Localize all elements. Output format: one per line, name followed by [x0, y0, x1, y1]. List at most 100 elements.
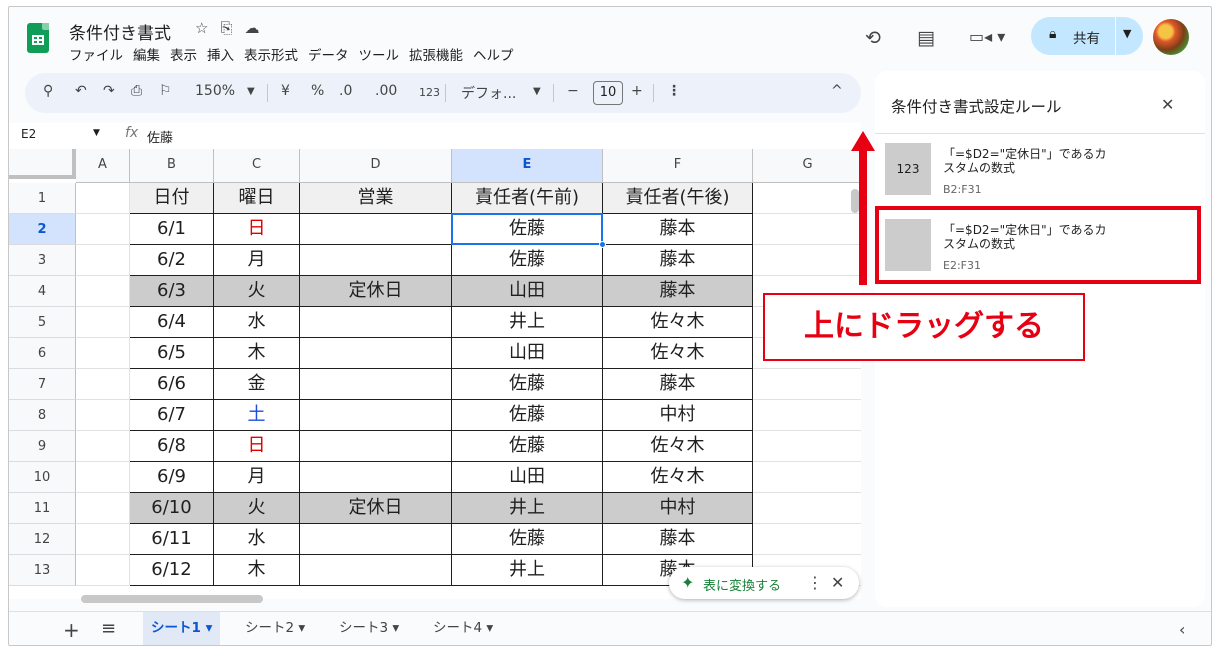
menu-view[interactable]: 表示	[170, 44, 197, 64]
paint-format-icon[interactable]: ⚐	[159, 83, 172, 99]
table-cell[interactable]	[753, 462, 861, 493]
horizontal-scrollbar[interactable]	[81, 595, 263, 603]
percent-format-button[interactable]: %	[311, 83, 324, 99]
convert-to-table-label[interactable]: 表に変換する	[703, 575, 781, 594]
add-sheet-icon[interactable]: +	[63, 618, 80, 642]
table-cell[interactable]: 6/8	[130, 431, 214, 462]
menu-help[interactable]: ヘルプ	[473, 44, 514, 64]
menu-insert[interactable]: 挿入	[207, 44, 234, 64]
row-header[interactable]: 13	[9, 555, 76, 586]
row-header[interactable]: 7	[9, 369, 76, 400]
decrease-decimal-button[interactable]: .0	[339, 83, 352, 99]
sheet-tab-3[interactable]: シート3 ▾	[331, 612, 407, 645]
fill-handle[interactable]	[599, 241, 606, 248]
table-cell[interactable]	[300, 214, 452, 245]
font-size-increase-button[interactable]: +	[631, 83, 643, 99]
table-cell[interactable]: 木	[214, 555, 300, 586]
column-header-c[interactable]: C	[214, 149, 300, 183]
table-cell[interactable]: 水	[214, 524, 300, 555]
column-header-g[interactable]: G	[753, 149, 861, 183]
share-button[interactable]: 🔒︎ 共有 ▼	[1031, 17, 1143, 55]
table-cell[interactable]	[300, 369, 452, 400]
table-cell[interactable]: 藤本	[603, 245, 753, 276]
more-options-icon[interactable]: ⋮	[667, 83, 681, 99]
video-icon[interactable]: ▭◂ ▾	[969, 27, 1005, 46]
table-cell[interactable]: 定休日	[300, 276, 452, 307]
table-cell[interactable]	[753, 431, 861, 462]
table-cell[interactable]: 井上	[452, 493, 603, 524]
sheet-tab-4[interactable]: シート4 ▾	[425, 612, 501, 645]
history-icon[interactable]: ⟲	[865, 27, 881, 49]
row-header[interactable]: 5	[9, 307, 76, 338]
column-header-e[interactable]: E	[452, 149, 603, 183]
row-header[interactable]: 12	[9, 524, 76, 555]
vertical-scrollbar[interactable]	[851, 189, 859, 213]
table-cell[interactable]	[76, 183, 130, 214]
sheet-tab-1[interactable]: シート1 ▾	[143, 612, 221, 645]
table-cell[interactable]: 6/4	[130, 307, 214, 338]
table-cell[interactable]	[300, 431, 452, 462]
sheets-logo-icon[interactable]	[27, 23, 49, 53]
table-cell[interactable]: 水	[214, 307, 300, 338]
table-cell[interactable]: 木	[214, 338, 300, 369]
table-cell[interactable]: 6/6	[130, 369, 214, 400]
font-chevron-icon[interactable]: ▼	[533, 86, 541, 97]
table-cell[interactable]: 火	[214, 493, 300, 524]
avatar[interactable]	[1153, 19, 1189, 55]
all-sheets-icon[interactable]: ≡	[101, 618, 116, 639]
close-icon[interactable]: ✕	[1161, 95, 1174, 114]
table-cell[interactable]	[76, 431, 130, 462]
table-cell[interactable]	[76, 462, 130, 493]
table-cell[interactable]: 藤本	[603, 214, 753, 245]
table-cell[interactable]: 佐々木	[603, 338, 753, 369]
chip-close-icon[interactable]: ✕	[831, 573, 844, 592]
table-cell[interactable]	[300, 555, 452, 586]
table-cell[interactable]: 佐藤	[452, 431, 603, 462]
table-cell[interactable]: 6/3	[130, 276, 214, 307]
table-cell[interactable]: 金	[214, 369, 300, 400]
table-cell[interactable]	[753, 183, 861, 214]
column-header-d[interactable]: D	[300, 149, 452, 183]
table-cell[interactable]: 井上	[452, 307, 603, 338]
row-header[interactable]: 3	[9, 245, 76, 276]
menu-tools[interactable]: ツール	[359, 44, 400, 64]
table-cell[interactable]: 佐藤	[452, 369, 603, 400]
zoom-chevron-icon[interactable]: ▼	[247, 86, 255, 97]
table-cell[interactable]: 山田	[452, 462, 603, 493]
table-cell[interactable]	[753, 400, 861, 431]
search-menus-icon[interactable]: ⚲	[43, 83, 53, 99]
table-cell[interactable]: 責任者(午後)	[603, 183, 753, 214]
chip-more-icon[interactable]: ⋮	[807, 573, 823, 592]
table-cell[interactable]: 山田	[452, 338, 603, 369]
document-title[interactable]: 条件付き書式	[69, 19, 171, 44]
table-cell[interactable]: 藤本	[603, 524, 753, 555]
cloud-status-icon[interactable]: ☁	[244, 19, 259, 37]
table-cell[interactable]: 佐藤	[452, 524, 603, 555]
name-box[interactable]: E2	[21, 127, 36, 141]
table-cell[interactable]	[753, 369, 861, 400]
formula-input[interactable]: 佐藤	[147, 127, 173, 146]
row-header[interactable]: 4	[9, 276, 76, 307]
spreadsheet-grid[interactable]: A B C D E F G 1 日付 曜日 営業 責任者(午前) 責任者(午後) 2 6/1 日佐藤 藤本 3 6/…	[9, 149, 861, 599]
menu-format[interactable]: 表示形式	[244, 44, 298, 64]
menu-extensions[interactable]: 拡張機能	[409, 44, 463, 64]
table-cell[interactable]: 月	[214, 462, 300, 493]
table-cell[interactable]: 月	[214, 245, 300, 276]
undo-icon[interactable]: ↶	[75, 83, 87, 99]
row-header[interactable]: 2	[9, 214, 76, 245]
table-cell[interactable]: 6/11	[130, 524, 214, 555]
collapse-toolbar-icon[interactable]: ^	[831, 83, 843, 99]
table-cell[interactable]	[300, 307, 452, 338]
number-format-button[interactable]: 123	[419, 86, 440, 99]
table-cell[interactable]	[300, 400, 452, 431]
table-cell[interactable]: 6/12	[130, 555, 214, 586]
table-cell[interactable]: 6/9	[130, 462, 214, 493]
table-cell[interactable]	[76, 214, 130, 245]
row-header[interactable]: 1	[9, 183, 76, 214]
table-cell[interactable]: 定休日	[300, 493, 452, 524]
font-select[interactable]: デフォ...	[461, 83, 516, 103]
currency-format-button[interactable]: ¥	[281, 83, 290, 99]
table-cell[interactable]: 藤本	[603, 276, 753, 307]
table-cell[interactable]: 火	[214, 276, 300, 307]
print-icon[interactable]: ⎙	[131, 83, 142, 99]
